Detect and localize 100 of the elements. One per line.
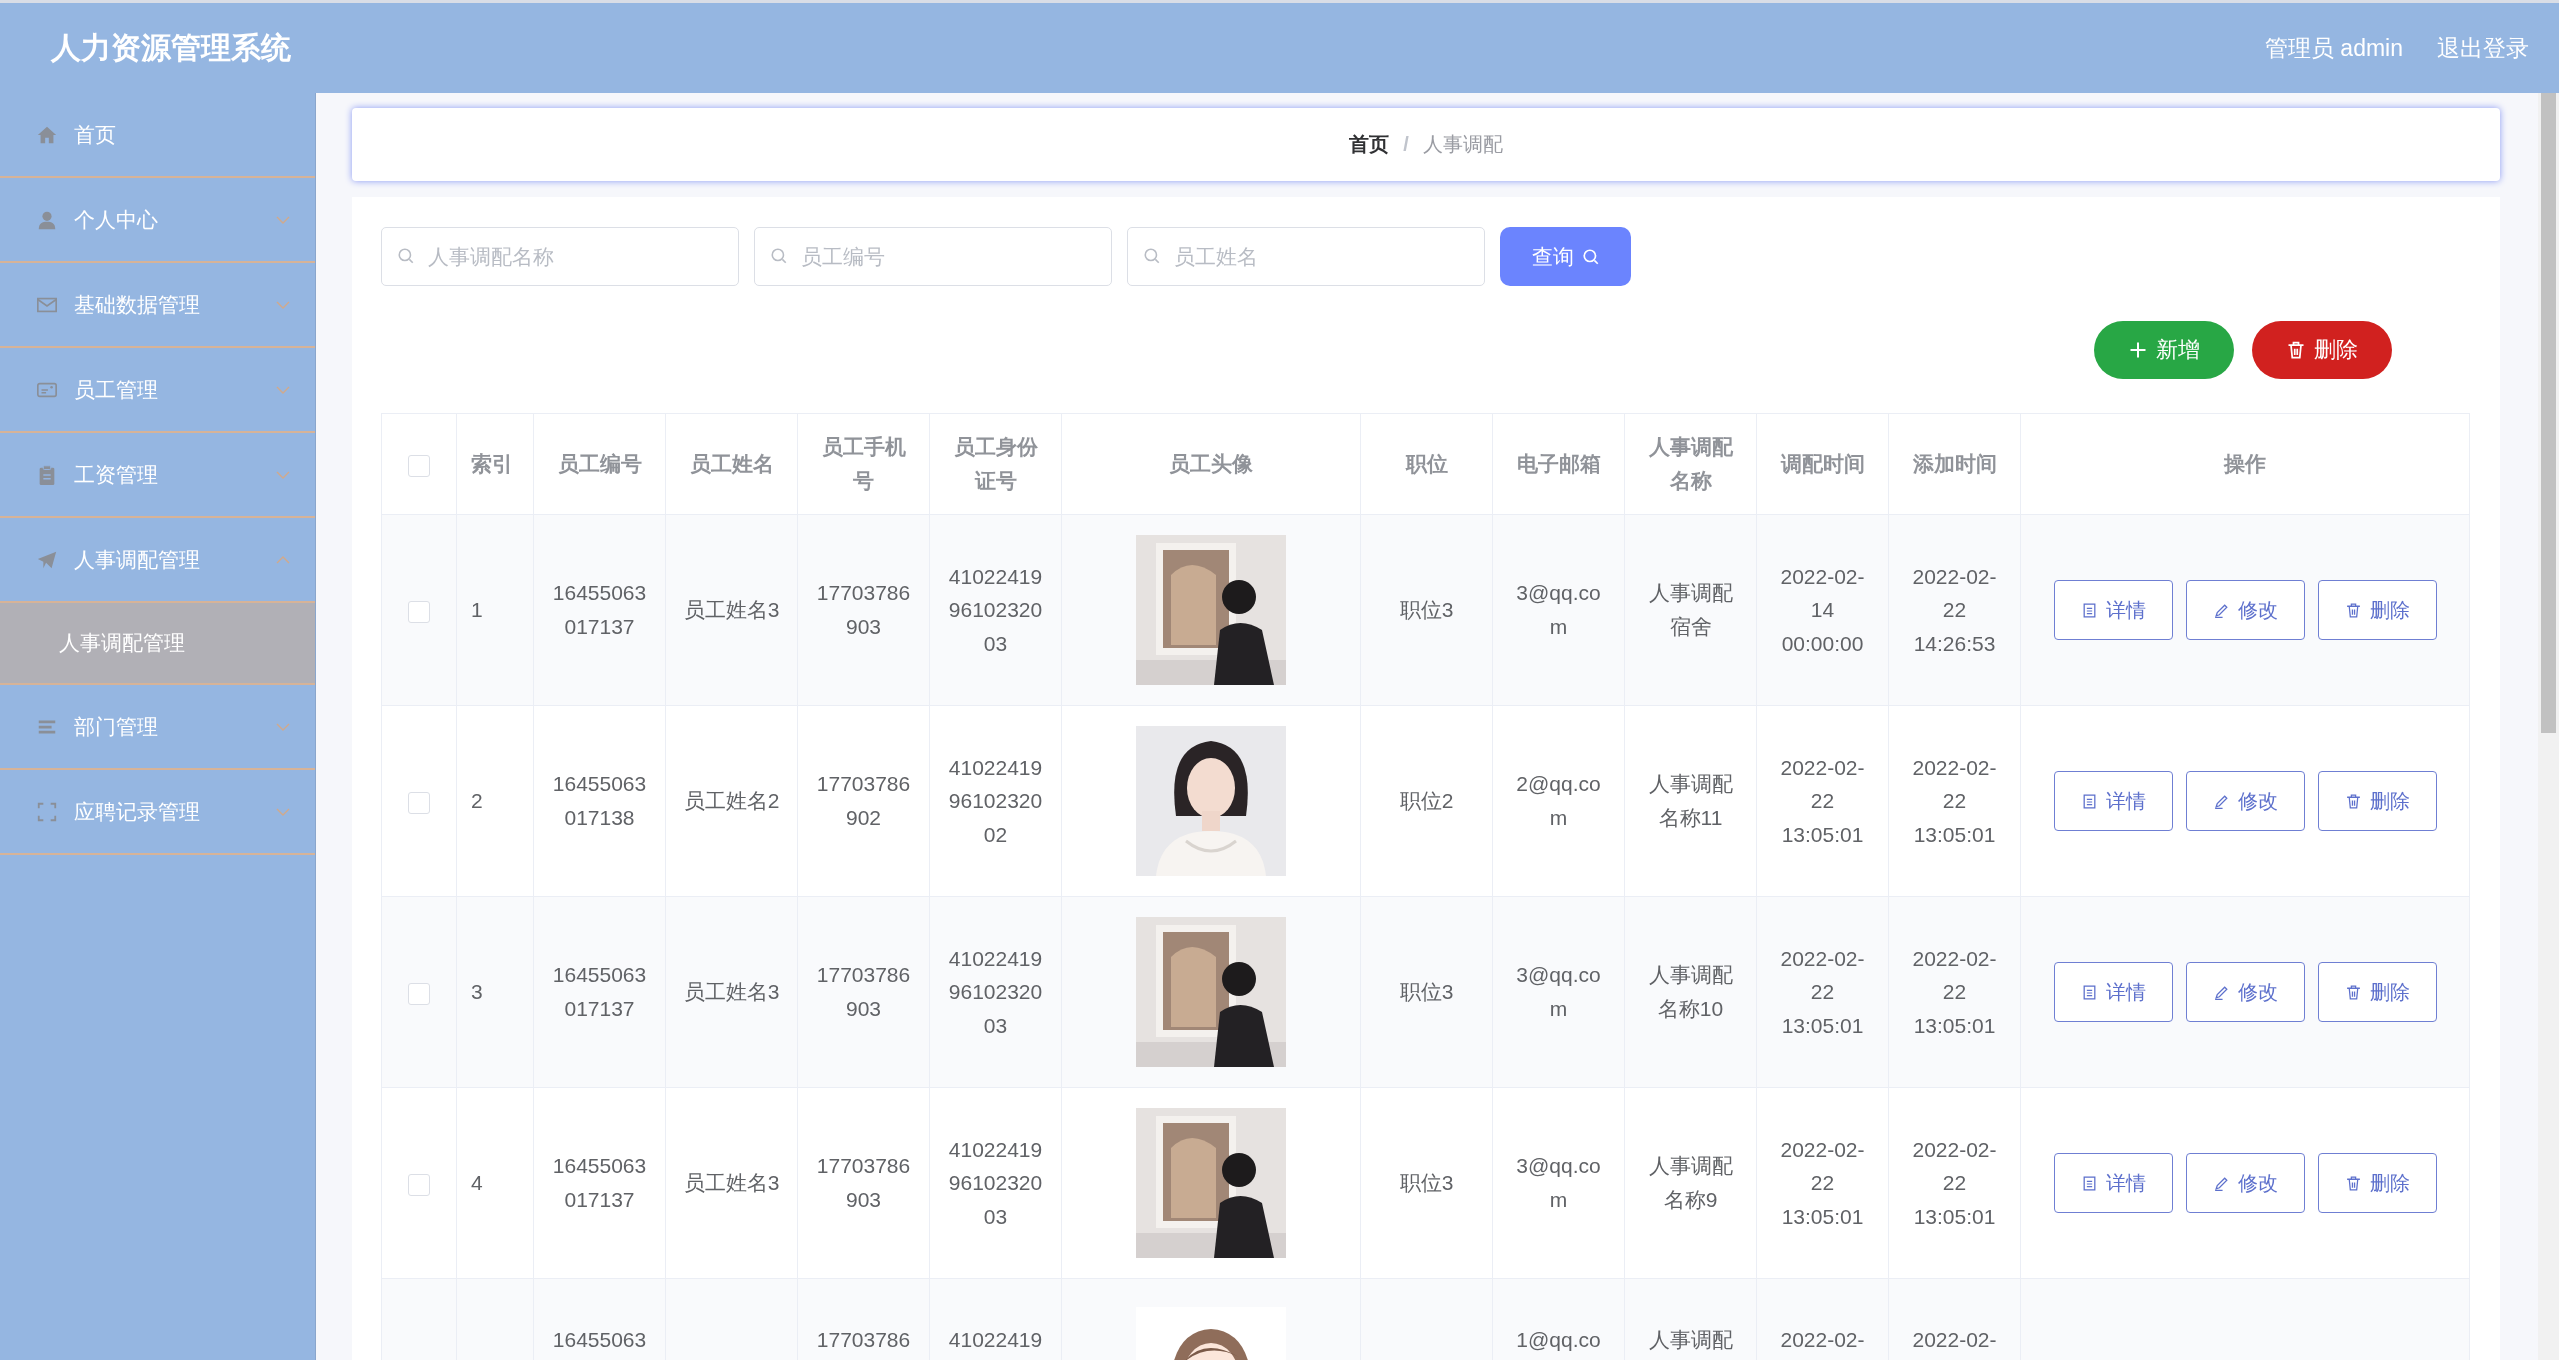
delete-button[interactable]: 删除 [2317, 1153, 2437, 1213]
breadcrumb-separator: / [1403, 133, 1409, 156]
chevron-icon [275, 214, 291, 225]
app-title: 人力资源管理系统 [51, 29, 291, 66]
position: 职位3 [1399, 598, 1454, 622]
search-icon [397, 247, 415, 265]
chevron-icon [275, 806, 291, 817]
details-button[interactable]: 详情 [2053, 580, 2173, 640]
column-header: 电子邮箱 [1516, 452, 1601, 476]
trash-icon [2344, 983, 2362, 1001]
id-number: 410224199610232003 [948, 564, 1043, 655]
scrollbar[interactable] [2538, 93, 2559, 1360]
trash-icon [2344, 601, 2362, 619]
employee-name: 员工姓名3 [683, 980, 780, 1004]
column-header: 员工身份证号 [953, 435, 1038, 492]
chevron-icon [275, 299, 291, 310]
employee-name: 员工姓名3 [683, 1171, 780, 1195]
added-time: 2022-02-22 13:05:01 [1912, 755, 1997, 846]
delete-button[interactable]: 删除 [2252, 321, 2392, 379]
column-header: 人事调配名称 [1648, 435, 1733, 492]
search-button[interactable]: 查询 [1500, 227, 1631, 286]
plus-icon [2128, 340, 2148, 360]
employee-number: 16455063017137 [552, 1154, 647, 1211]
column-header: 添加时间 [1912, 452, 1997, 476]
employee-number: 16455063017137 [552, 963, 647, 1020]
transfer-name: 人事调配名称11 [1648, 772, 1733, 829]
employee-name: 员工姓名2 [683, 789, 780, 813]
row-checkbox[interactable] [408, 982, 430, 1005]
transfer-name: 人事调配名称10 [1648, 963, 1733, 1020]
transfer-time: 2022-02-14 00:00:00 [1780, 564, 1865, 655]
employee-name: 员工姓名3 [683, 598, 780, 622]
search-field[interactable]: 员工姓名 [1127, 227, 1485, 286]
id-number: 41022419 [948, 1328, 1043, 1351]
transfer-time: 2022-02- [1780, 1328, 1865, 1351]
phone-number: 17703786902 [816, 772, 911, 829]
phone-number: 17703786903 [816, 963, 911, 1020]
row-index: 3 [471, 980, 483, 1004]
chevron-icon [275, 554, 291, 565]
column-header: 操作 [2224, 452, 2266, 476]
column-header: 职位 [1405, 452, 1448, 476]
search-field[interactable]: 人事调配名称 [381, 227, 739, 286]
email: 3@qq.com [1516, 963, 1601, 1020]
search-icon [1143, 247, 1161, 265]
chevron-icon [275, 384, 291, 395]
email: 3@qq.com [1516, 581, 1601, 638]
trash-icon [2344, 1174, 2362, 1192]
add-button[interactable]: 新增 [2094, 321, 2234, 379]
column-header: 员工手机号 [821, 435, 906, 492]
transfer-time: 2022-02-22 13:05:01 [1780, 755, 1865, 846]
breadcrumb-link[interactable]: 人事调配 [1422, 131, 1503, 158]
added-time: 2022-02-22 13:05:01 [1912, 1137, 1997, 1228]
pencil-icon [2212, 983, 2230, 1001]
employee-number: 16455063017137 [552, 581, 647, 638]
edit-button[interactable]: 修改 [2185, 1153, 2305, 1213]
row-checkbox[interactable] [408, 600, 430, 623]
id-number: 410224199610232002 [948, 755, 1043, 846]
row-index: 1 [471, 598, 483, 622]
breadcrumb-link[interactable]: 首页 [1349, 131, 1390, 158]
row-checkbox[interactable] [408, 1173, 430, 1196]
transfer-time: 2022-02-22 13:05:01 [1780, 1137, 1865, 1228]
scrollbar-thumb[interactable] [2541, 93, 2556, 733]
column-header: 调配时间 [1780, 452, 1865, 476]
delete-button[interactable]: 删除 [2317, 962, 2437, 1022]
edit-button[interactable]: 修改 [2185, 580, 2305, 640]
trash-icon [2286, 340, 2306, 360]
select-all-checkbox[interactable] [408, 454, 430, 477]
phone-number: 17703786 [816, 1328, 911, 1351]
position: 职位3 [1399, 1171, 1454, 1195]
added-time: 2022-02-22 14:26:53 [1912, 564, 1997, 655]
added-time: 2022-02- [1912, 1328, 1997, 1351]
position: 职位3 [1399, 980, 1454, 1004]
details-button[interactable]: 详情 [2053, 771, 2173, 831]
chevron-icon [275, 469, 291, 480]
added-time: 2022-02-22 13:05:01 [1912, 946, 1997, 1037]
transfer-name: 人事调配宿舍 [1648, 581, 1733, 638]
delete-button[interactable]: 删除 [2317, 580, 2437, 640]
search-field[interactable]: 员工编号 [754, 227, 1112, 286]
transfer-time: 2022-02-22 13:05:01 [1780, 946, 1865, 1037]
employee-number: 16455063017138 [552, 772, 647, 829]
id-number: 410224199610232003 [948, 1137, 1043, 1228]
email: 2@qq.com [1516, 772, 1601, 829]
transfer-name: 人事调配名称9 [1648, 1154, 1733, 1211]
details-button[interactable]: 详情 [2053, 962, 2173, 1022]
frame-icon [36, 800, 58, 823]
details-button[interactable]: 详情 [2053, 1153, 2173, 1213]
user-name: 管理员 admin [2264, 33, 2403, 63]
column-header: 员工编号 [557, 452, 642, 476]
phone-number: 17703786903 [816, 1154, 911, 1211]
employee-number: 16455063 [552, 1328, 647, 1351]
delete-button[interactable]: 删除 [2317, 771, 2437, 831]
email: 3@qq.com [1516, 1154, 1601, 1211]
id-number: 410224199610232003 [948, 946, 1043, 1037]
trash-icon [2344, 792, 2362, 810]
search-icon [1581, 247, 1600, 266]
pencil-icon [2212, 1174, 2230, 1192]
row-checkbox[interactable] [408, 791, 430, 814]
edit-button[interactable]: 修改 [2185, 962, 2305, 1022]
email: 1@qq.co [1516, 1328, 1601, 1351]
edit-button[interactable]: 修改 [2185, 771, 2305, 831]
pencil-icon [2212, 601, 2230, 619]
